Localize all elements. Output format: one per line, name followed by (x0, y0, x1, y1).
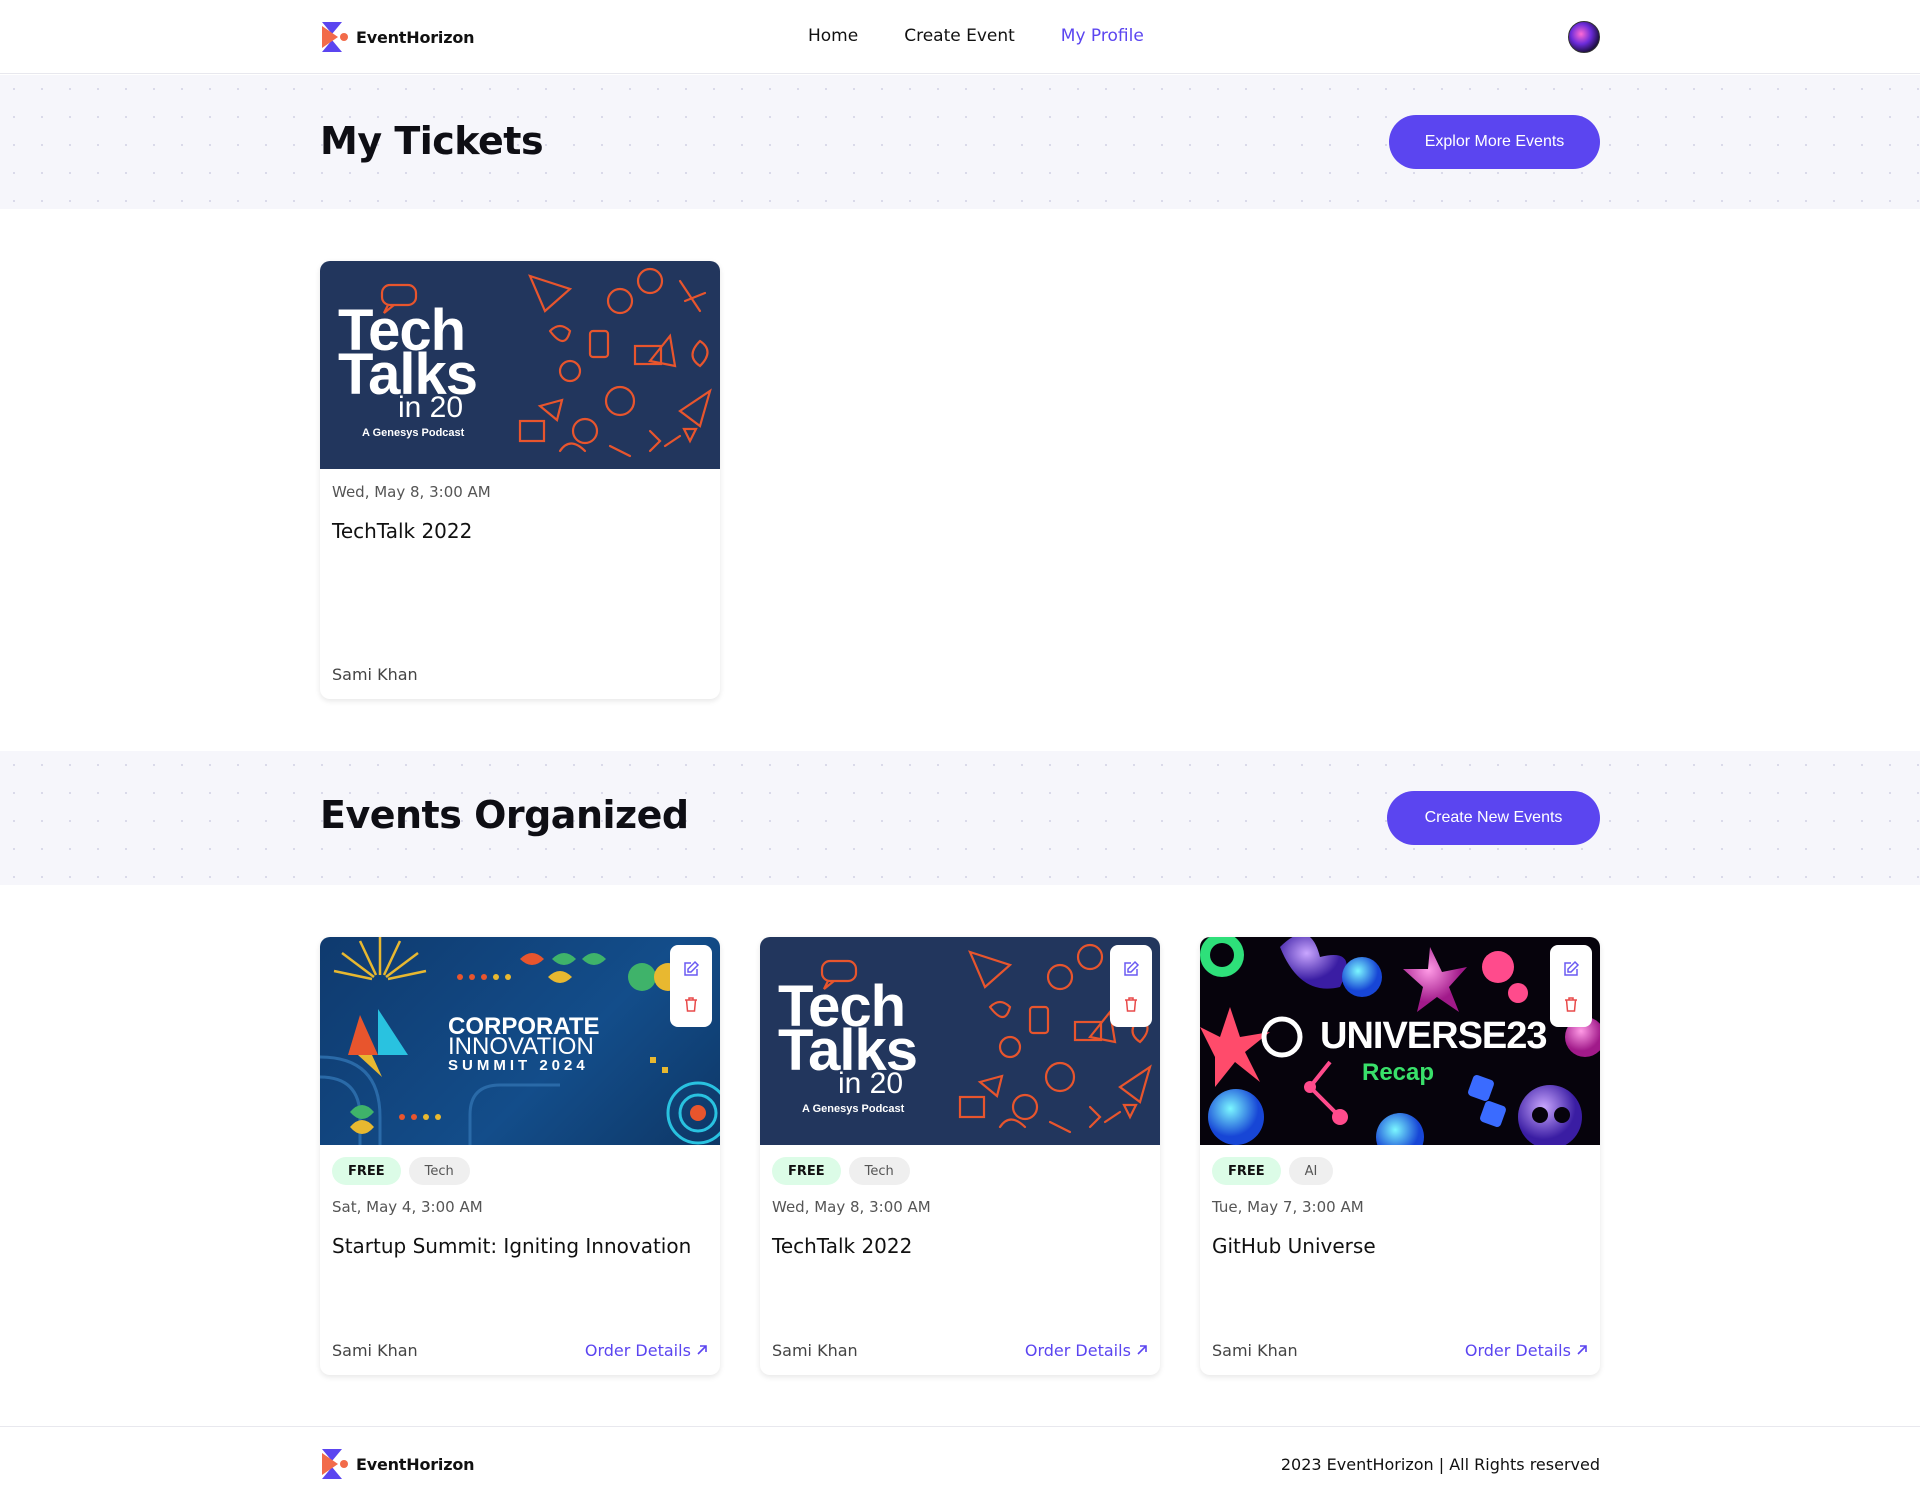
event-date: Sat, May 4, 3:00 AM (332, 1198, 483, 1216)
create-new-events-button[interactable]: Create New Events (1387, 791, 1600, 845)
order-details-label: Order Details (1024, 1341, 1131, 1360)
image-text-universe: UNIVERSE23 (1320, 1015, 1548, 1057)
event-card[interactable]: UNIVERSE23 Recap FREE AI Tue, May 7, 3:0… (1200, 937, 1600, 1375)
event-title[interactable]: GitHub Universe (1212, 1234, 1376, 1258)
image-text-recap: Recap (1362, 1059, 1435, 1086)
order-details-link[interactable]: Order Details (1465, 1341, 1588, 1360)
order-details-label: Order Details (1464, 1341, 1571, 1360)
nav-home[interactable]: Home (808, 26, 858, 46)
event-actions (1550, 945, 1592, 1027)
event-image: UNIVERSE23 Recap (1200, 937, 1600, 1145)
edit-icon[interactable] (680, 958, 702, 980)
organized-header-band: Events Organized Create New Events (0, 751, 1920, 885)
main-nav: Home Create Event My Profile (808, 26, 1144, 46)
image-text-in20: in 20 (398, 391, 464, 424)
trash-icon[interactable] (1560, 993, 1582, 1015)
price-badge: FREE (332, 1157, 401, 1185)
event-title[interactable]: TechTalk 2022 (772, 1234, 912, 1258)
price-badge: FREE (772, 1157, 841, 1185)
logo-mark-icon (322, 1449, 348, 1479)
category-badge: AI (1288, 1157, 1334, 1185)
event-date: Wed, May 8, 3:00 AM (772, 1198, 931, 1216)
event-actions (1110, 945, 1152, 1027)
event-tags: FREE AI (1212, 1157, 1334, 1185)
arrow-up-right-icon (1137, 1345, 1147, 1355)
event-organizer: Sami Khan (1212, 1341, 1298, 1360)
brand-name: EventHorizon (356, 27, 475, 47)
organized-title: Events Organized (320, 793, 689, 837)
site-header: EventHorizon Home Create Event My Profil… (0, 0, 1920, 74)
order-details-label: Order Details (584, 1341, 691, 1360)
edit-icon[interactable] (1120, 958, 1142, 980)
order-details-link[interactable]: Order Details (585, 1341, 708, 1360)
edit-icon[interactable] (1560, 958, 1582, 980)
trash-icon[interactable] (680, 993, 702, 1015)
event-title[interactable]: Startup Summit: Igniting Innovation (332, 1234, 691, 1258)
brand-logo[interactable]: EventHorizon (320, 20, 475, 54)
footer-brand-name: EventHorizon (356, 1454, 475, 1474)
image-text-podcast: A Genesys Podcast (362, 427, 465, 439)
tickets-title: My Tickets (320, 119, 544, 163)
event-date: Tue, May 7, 3:00 AM (1212, 1198, 1364, 1216)
event-image: Tech Talks in 20 A Genesys Podcast (760, 937, 1160, 1145)
ticket-card[interactable]: Tech Talks in 20 A Genesys Podcast Wed, … (320, 261, 720, 699)
user-avatar[interactable] (1568, 21, 1600, 53)
ticket-organizer: Sami Khan (332, 665, 418, 684)
ticket-title[interactable]: TechTalk 2022 (332, 519, 472, 543)
category-badge: Tech (848, 1157, 910, 1185)
event-tags: FREE Tech (332, 1157, 470, 1185)
image-text-in20: in 20 (838, 1067, 904, 1100)
event-tags: FREE Tech (772, 1157, 910, 1185)
image-text-podcast: A Genesys Podcast (802, 1103, 905, 1115)
event-organizer: Sami Khan (772, 1341, 858, 1360)
arrow-up-right-icon (697, 1345, 707, 1355)
site-footer: EventHorizon 2023 EventHorizon | All Rig… (0, 1426, 1920, 1501)
event-actions (670, 945, 712, 1027)
footer-logo[interactable]: EventHorizon (320, 1447, 475, 1481)
ticket-date: Wed, May 8, 3:00 AM (332, 483, 491, 501)
event-organizer: Sami Khan (332, 1341, 418, 1360)
logo-mark-icon (322, 22, 348, 52)
price-badge: FREE (1212, 1157, 1281, 1185)
image-text-summit: SUMMIT 2024 (448, 1057, 589, 1074)
order-details-link[interactable]: Order Details (1025, 1341, 1148, 1360)
event-image: CORPORATE INNOVATION SUMMIT 2024 (320, 937, 720, 1145)
copyright-text: 2023 EventHorizon | All Rights reserved (1280, 1455, 1600, 1474)
category-badge: Tech (408, 1157, 470, 1185)
trash-icon[interactable] (1120, 993, 1142, 1015)
ticket-event-image: Tech Talks in 20 A Genesys Podcast (320, 261, 720, 469)
nav-my-profile[interactable]: My Profile (1061, 26, 1144, 46)
explore-more-events-button[interactable]: Explor More Events (1389, 115, 1600, 169)
arrow-up-right-icon (1577, 1345, 1587, 1355)
tickets-header-band: My Tickets Explor More Events (0, 75, 1920, 209)
event-card[interactable]: CORPORATE INNOVATION SUMMIT 2024 FREE Te… (320, 937, 720, 1375)
event-card[interactable]: Tech Talks in 20 A Genesys Podcast FREE … (760, 937, 1160, 1375)
nav-create-event[interactable]: Create Event (904, 26, 1015, 46)
